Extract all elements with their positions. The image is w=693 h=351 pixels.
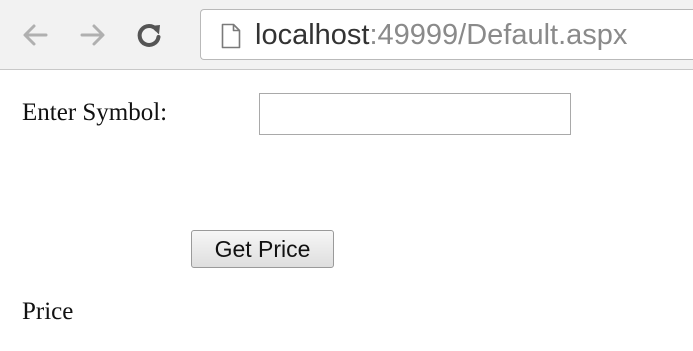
url-host: localhost <box>255 19 370 51</box>
back-arrow-icon <box>23 24 48 46</box>
reload-icon <box>137 24 161 47</box>
page-content: Enter Symbol: Get Price Price <box>0 70 693 351</box>
enter-symbol-label: Enter Symbol: <box>22 99 168 126</box>
back-button[interactable] <box>20 18 50 52</box>
symbol-input[interactable] <box>259 93 571 135</box>
address-bar[interactable]: localhost:49999/Default.aspx <box>200 9 693 60</box>
url-path: :49999/Default.aspx <box>369 19 628 51</box>
reload-button[interactable] <box>134 18 164 52</box>
browser-toolbar: localhost:49999/Default.aspx <box>0 0 693 70</box>
forward-button[interactable] <box>78 18 108 52</box>
forward-arrow-icon <box>80 24 105 46</box>
get-price-button[interactable]: Get Price <box>191 230 334 268</box>
url-text: localhost:49999/Default.aspx <box>255 19 627 51</box>
price-label: Price <box>22 298 74 325</box>
page-icon <box>221 23 241 49</box>
